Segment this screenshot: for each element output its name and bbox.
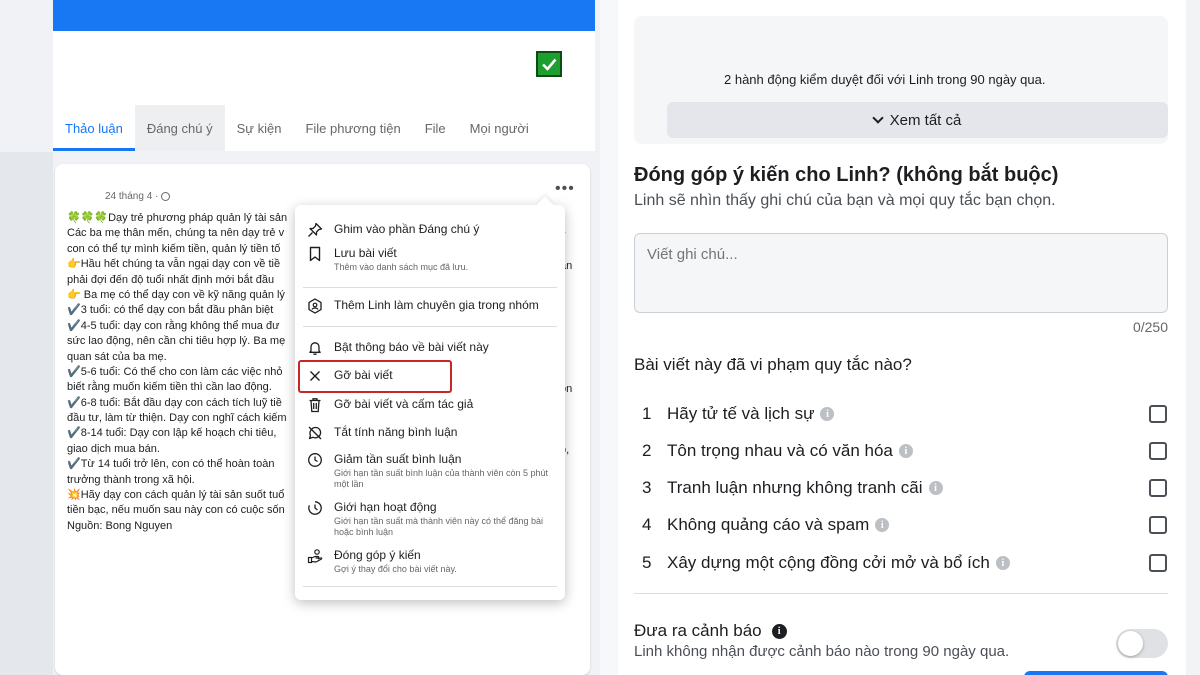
menu-item-label: Bật thông báo về bài viết này [334, 340, 489, 354]
checkmark-icon [536, 51, 562, 77]
post-timestamp[interactable]: 24 tháng 4 · [105, 191, 171, 202]
slow-clock-icon [306, 451, 324, 469]
menu-item-label: Giới hạn hoạt động [334, 500, 437, 514]
trash-icon [306, 396, 324, 414]
menu-item-subtext: Giới hạn tần suất bình luận của thành vi… [334, 468, 549, 489]
info-icon[interactable]: i [898, 444, 913, 458]
limit-icon [306, 499, 324, 517]
tab-members[interactable]: Mọi người [458, 105, 541, 151]
rule-label: Xây dựng một cộng đồng cởi mở và bổ ích [667, 553, 990, 572]
info-icon[interactable]: i [771, 623, 787, 639]
menu-item-label: Giảm tần suất bình luận [334, 452, 462, 466]
group-page-panel: Thảo luận Đáng chú ý Sự kiện File phương… [0, 0, 600, 675]
menu-divider [303, 586, 557, 587]
rule-number: 2 [642, 441, 652, 460]
menu-divider [303, 287, 557, 288]
tab-media[interactable]: File phương tiện [293, 105, 412, 151]
menu-item-limit-activity[interactable]: Giới hạn hoạt động Giới hạn tần suất mà … [303, 499, 557, 538]
info-icon[interactable]: i [928, 481, 943, 495]
rule-checkbox[interactable] [1149, 516, 1167, 534]
rule-label: Không quảng cáo và spam [667, 515, 870, 534]
group-cover [53, 0, 595, 31]
rule-checkbox[interactable] [1149, 442, 1167, 460]
rule-number: 4 [642, 515, 652, 534]
feedback-title: Đóng góp ý kiến cho Linh? (không bắt buộ… [634, 164, 1059, 186]
info-icon[interactable]: i [995, 556, 1010, 570]
menu-item-subtext: Giới hạn tần suất mà thành viên này có t… [334, 516, 544, 537]
menu-item-label: Thêm Linh làm chuyên gia trong nhóm [334, 298, 539, 312]
menu-item-subtext: Thêm vào danh sách mục đã lưu. [334, 262, 469, 272]
backdrop-left [600, 0, 618, 675]
group-tabs: Thảo luận Đáng chú ý Sự kiện File phương… [53, 105, 541, 151]
menu-item-subtext: Gợi ý thay đổi cho bài viết này. [334, 564, 457, 574]
menu-item-label: Gỡ bài viết và cấm tác giả [334, 397, 474, 411]
section-divider [634, 593, 1168, 594]
menu-item-add-expert[interactable]: Thêm Linh làm chuyên gia trong nhóm [303, 297, 557, 315]
info-icon[interactable]: i [875, 518, 890, 532]
menu-item-give-feedback[interactable]: Đóng góp ý kiến Gợi ý thay đổi cho bài v… [303, 547, 557, 575]
bell-icon [306, 339, 324, 357]
chevron-down-icon [871, 112, 884, 124]
warning-title-text: Đưa ra cảnh báo [634, 621, 762, 640]
globe-icon [161, 192, 171, 201]
pin-icon [306, 221, 324, 239]
rule-option-5[interactable]: 5 Xây dựng một cộng đồng cởi mở và bổ íc… [634, 548, 1168, 578]
rule-checkbox[interactable] [1149, 554, 1167, 572]
post-date-text: 24 tháng 4 · [105, 191, 159, 202]
tab-featured[interactable]: Đáng chú ý [134, 105, 225, 151]
rule-number: 1 [642, 404, 652, 423]
moderation-history-text: 2 hành động kiểm duyệt đối với Linh tron… [724, 72, 1046, 87]
menu-item-save[interactable]: Lưu bài viết Thêm vào danh sách mục đã l… [303, 245, 557, 273]
note-input[interactable] [634, 233, 1168, 313]
rule-number: 3 [642, 478, 652, 497]
expert-badge-icon [306, 297, 324, 315]
moderation-history-card: 2 hành động kiểm duyệt đối với Linh tron… [634, 16, 1168, 144]
rule-checkbox[interactable] [1149, 479, 1167, 497]
rule-option-2[interactable]: 2 Tôn trọng nhau và có văn hóa i [634, 436, 1168, 466]
menu-item-label: Ghim vào phần Đáng chú ý [334, 222, 480, 236]
toggle-knob [1118, 631, 1143, 656]
backdrop-right [1186, 0, 1200, 675]
info-icon[interactable]: i [820, 407, 835, 421]
tab-events[interactable]: Sự kiện [225, 105, 294, 151]
warning-subtitle: Linh không nhận được cảnh báo nào trong … [634, 643, 1010, 660]
rule-option-1[interactable]: 1 Hãy tử tế và lịch sự i [634, 399, 1168, 429]
menu-item-label: Lưu bài viết [334, 246, 397, 260]
more-options-icon[interactable]: ••• [555, 180, 575, 198]
see-all-button[interactable]: Xem tất cả [667, 102, 1168, 138]
menu-item-turn-off-comments[interactable]: Tắt tính năng bình luận [303, 424, 557, 442]
menu-item-pin[interactable]: Ghim vào phần Đáng chú ý [303, 221, 557, 239]
submit-button[interactable] [1024, 671, 1168, 675]
rule-label: Tranh luận nhưng không tranh cãi [667, 478, 923, 497]
feedback-subtitle: Linh sẽ nhìn thấy ghi chú của bạn và mọi… [634, 192, 1056, 209]
menu-divider [303, 326, 557, 327]
rules-question: Bài viết này đã vi phạm quy tắc nào? [634, 355, 912, 374]
see-all-label: Xem tất cả [889, 111, 962, 129]
rule-label: Tôn trọng nhau và có văn hóa [667, 441, 893, 460]
rule-option-3[interactable]: 3 Tranh luận nhưng không tranh cãi i [634, 473, 1168, 503]
menu-item-slow-comments[interactable]: Giảm tần suất bình luận Giới hạn tần suấ… [303, 451, 557, 490]
remove-post-highlight [298, 360, 452, 393]
bookmark-icon [306, 245, 324, 263]
warning-toggle[interactable] [1116, 629, 1168, 658]
menu-item-notifications[interactable]: Bật thông báo về bài viết này [303, 339, 557, 357]
moderation-dialog-panel: 2 hành động kiểm duyệt đối với Linh tron… [600, 0, 1200, 675]
menu-item-remove-and-ban[interactable]: Gỡ bài viết và cấm tác giả [303, 396, 557, 414]
note-char-counter: 0/250 [1132, 319, 1168, 335]
left-sidebar-blur [0, 152, 53, 675]
tab-files[interactable]: File [413, 105, 458, 151]
warning-title: Đưa ra cảnh báo i [634, 621, 787, 641]
rule-number: 5 [642, 553, 652, 572]
post-options-menu: Ghim vào phần Đáng chú ý Lưu bài viết Th… [295, 205, 565, 600]
tab-discussion[interactable]: Thảo luận [53, 105, 135, 151]
moderation-dialog: 2 hành động kiểm duyệt đối với Linh tron… [618, 0, 1186, 675]
menu-item-label: Đóng góp ý kiến [334, 548, 421, 562]
rule-label: Hãy tử tế và lịch sự [667, 404, 815, 423]
feedback-icon [306, 547, 324, 565]
rule-option-4[interactable]: 4 Không quảng cáo và spam i [634, 510, 1168, 540]
comment-off-icon [306, 424, 324, 442]
menu-item-label: Tắt tính năng bình luận [334, 425, 458, 439]
rule-checkbox[interactable] [1149, 405, 1167, 423]
